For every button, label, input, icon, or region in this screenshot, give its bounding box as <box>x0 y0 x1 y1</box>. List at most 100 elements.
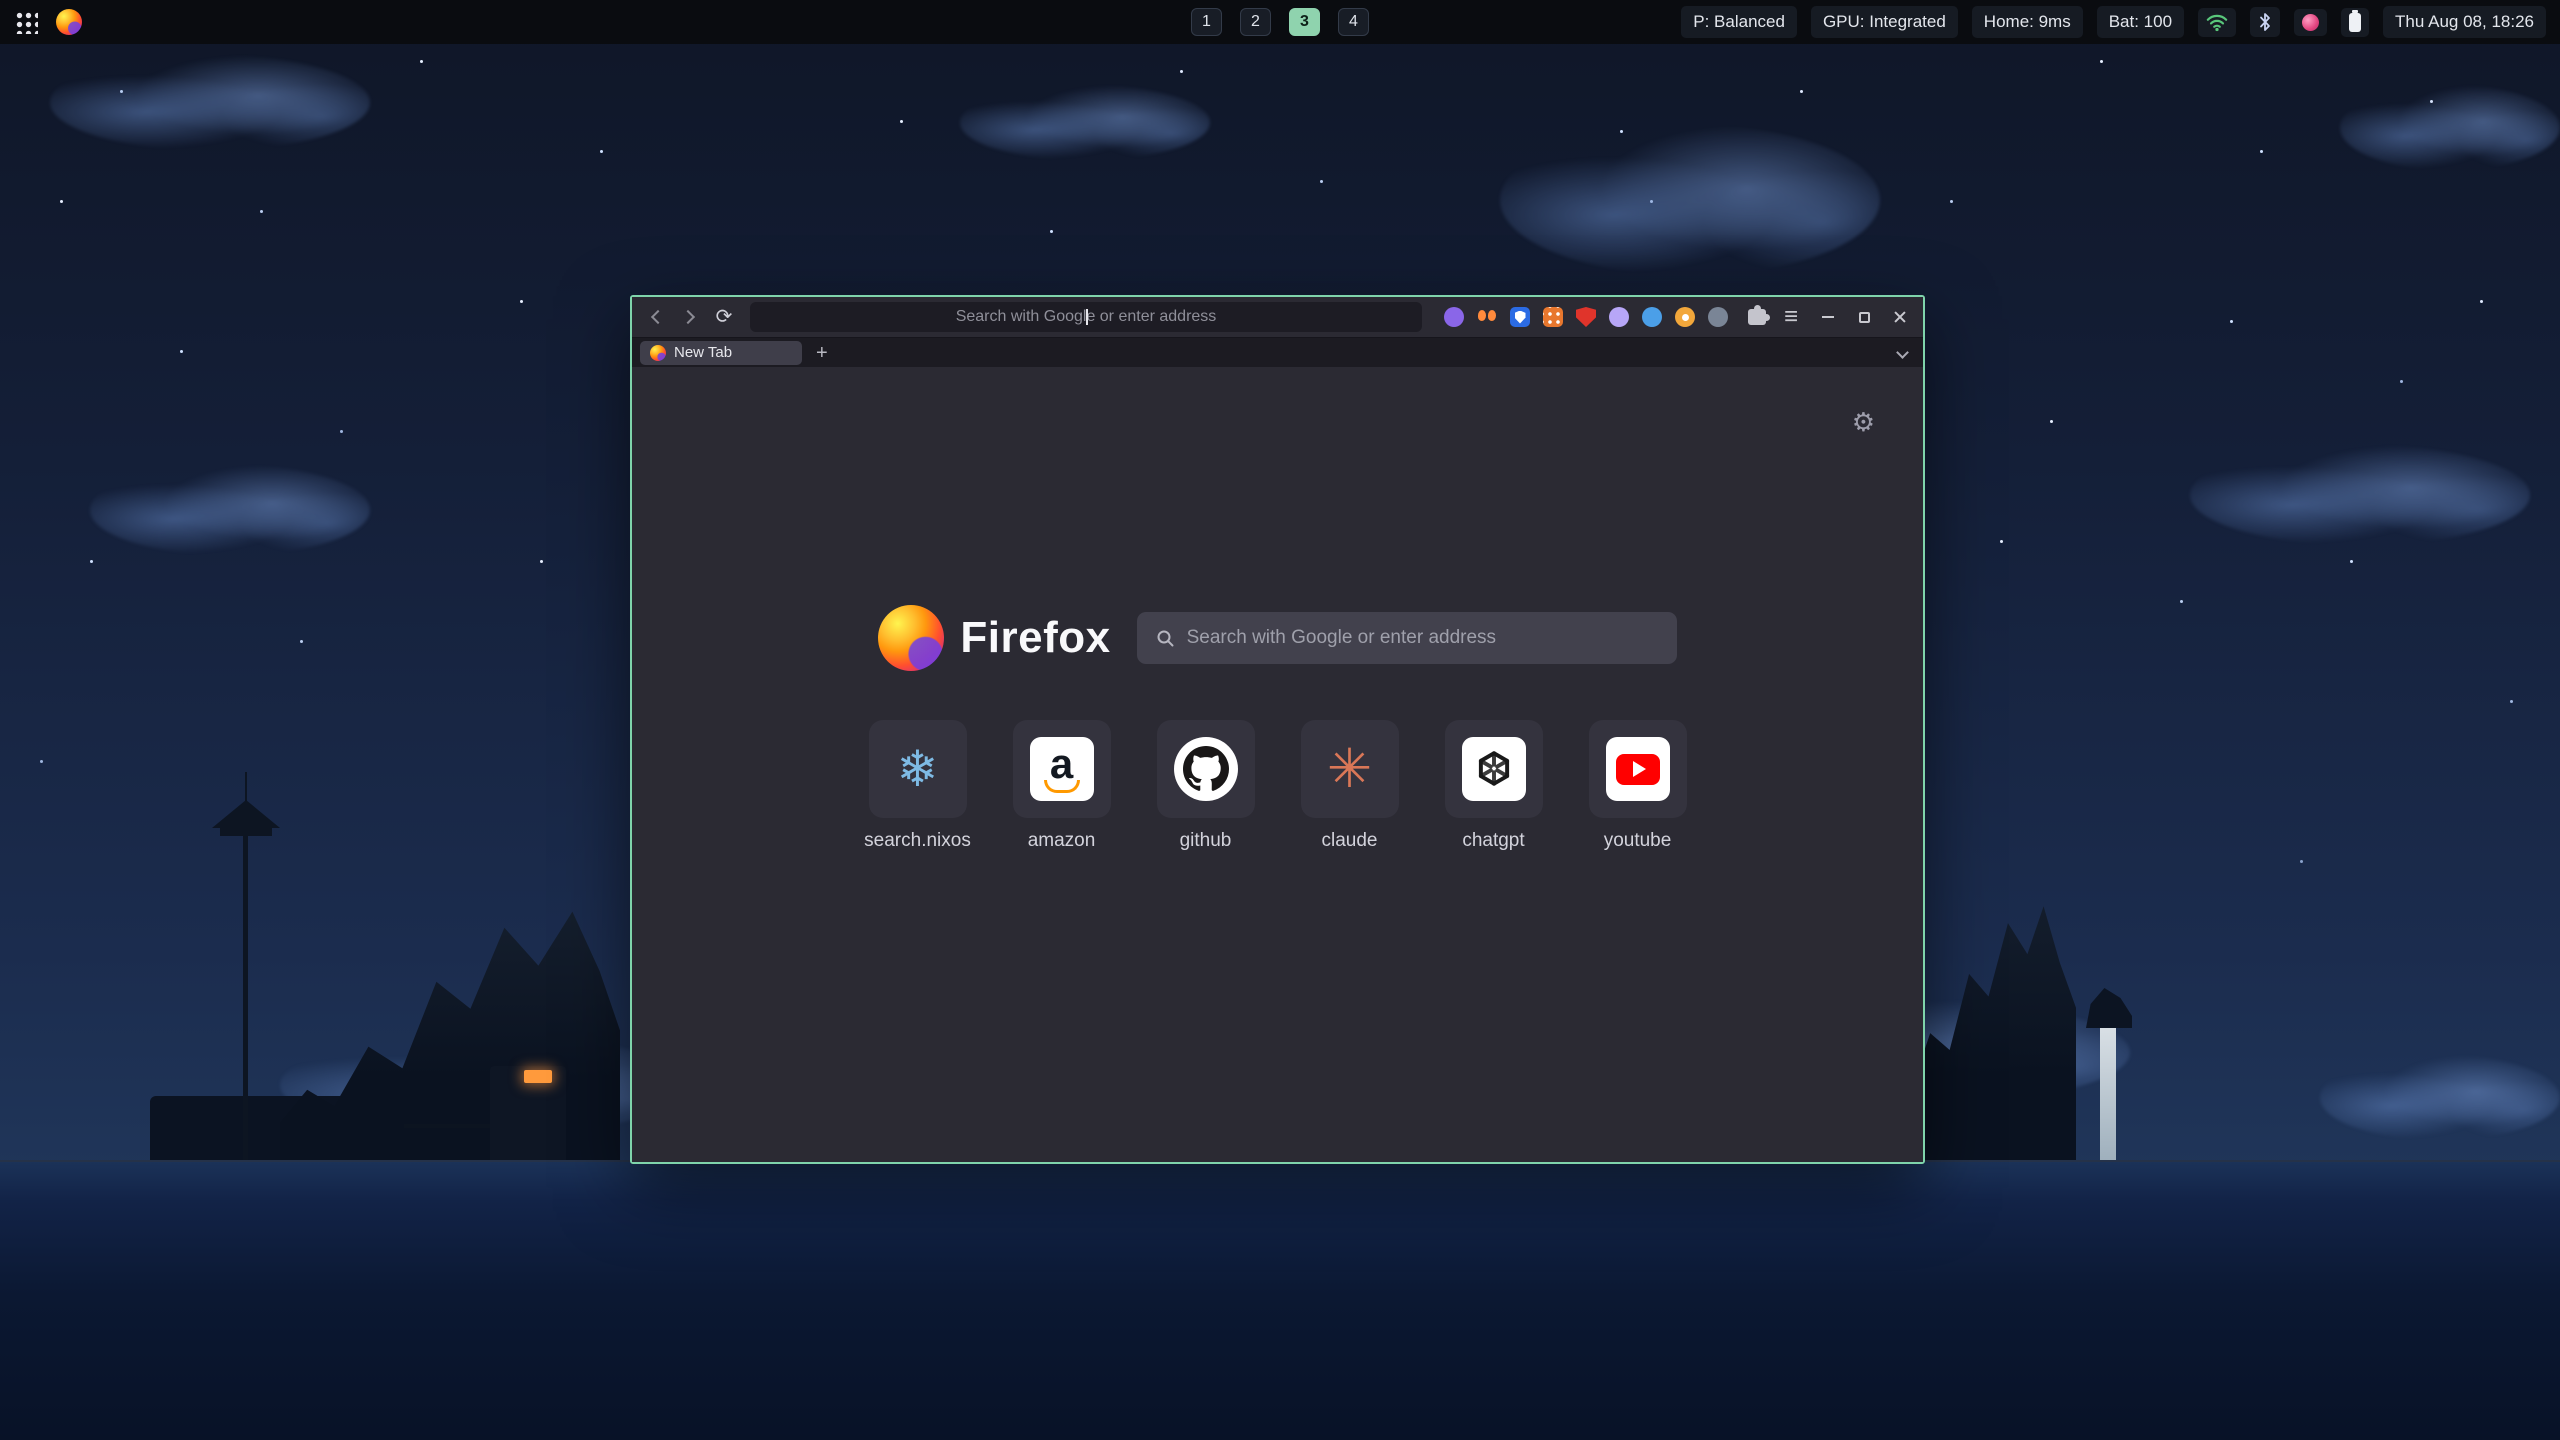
ocean <box>0 1160 2560 1440</box>
shortcut-label: claude <box>1322 830 1378 852</box>
cloud <box>2340 85 2560 170</box>
extension-icon-3[interactable] <box>1510 307 1530 327</box>
newtab-settings-gear-icon[interactable]: ⚙ <box>1852 407 1875 438</box>
forward-button[interactable] <box>676 303 704 331</box>
extension-icon-9[interactable] <box>1708 307 1728 327</box>
extension-icon-6[interactable] <box>1609 307 1629 327</box>
bluetooth-module[interactable] <box>2250 7 2280 37</box>
shortcut-claude[interactable]: ✳ claude <box>1301 720 1399 852</box>
cloud <box>50 55 370 150</box>
reload-icon: ⟳ <box>716 307 733 327</box>
topbar-left <box>14 9 82 35</box>
openai-knot-icon <box>1473 748 1515 790</box>
claude-icon: ✳ <box>1327 742 1372 796</box>
youtube-icon <box>1606 737 1670 801</box>
white-cliff <box>2100 1018 2116 1160</box>
shortcut-label: youtube <box>1604 830 1672 852</box>
amazon-icon: a <box>1030 737 1094 801</box>
battery-status: Bat: 100 <box>2097 6 2184 38</box>
workspace-button-3[interactable]: 3 <box>1289 8 1320 36</box>
shield-icon <box>1515 311 1526 324</box>
newtab-search-input[interactable] <box>1187 612 1677 664</box>
cloud <box>90 465 370 555</box>
hamburger-menu-button[interactable]: ≡ <box>1784 305 1798 329</box>
workspace-button-2[interactable]: 2 <box>1240 8 1271 36</box>
extensions-puzzle-icon[interactable] <box>1748 309 1766 325</box>
github-icon <box>1174 737 1238 801</box>
shortcut-youtube[interactable]: youtube <box>1589 720 1687 852</box>
extension-icon-8[interactable] <box>1675 307 1695 327</box>
shortcut-label: github <box>1180 830 1232 852</box>
back-icon <box>651 310 665 324</box>
firefox-favicon <box>650 345 666 361</box>
wifi-module[interactable] <box>2198 8 2236 37</box>
window-controls <box>1815 304 1913 330</box>
octocat-icon <box>1183 746 1229 792</box>
shortcut-tile <box>1589 720 1687 818</box>
chatgpt-icon <box>1462 737 1526 801</box>
workspace-button-1[interactable]: 1 <box>1191 8 1222 36</box>
minimize-button[interactable] <box>1815 304 1841 330</box>
text-caret <box>1086 309 1088 325</box>
shortcut-label: chatgpt <box>1462 830 1524 852</box>
tab-new-tab[interactable]: New Tab <box>640 341 802 365</box>
shortcut-tile: ✳ <box>1301 720 1399 818</box>
shortcut-label: amazon <box>1028 830 1096 852</box>
extension-icon-4[interactable] <box>1543 307 1563 327</box>
shortcut-label: search.nixos <box>864 830 971 852</box>
cloud <box>2320 1055 2560 1140</box>
nixos-snowflake-icon: ❄ <box>897 744 939 794</box>
extension-icon-1[interactable] <box>1444 307 1464 327</box>
firefox-logo <box>878 605 944 671</box>
close-button[interactable] <box>1887 304 1913 330</box>
shortcut-tiles: ❄ search.nixos a amazon <box>632 720 1923 852</box>
extension-icon-2[interactable] <box>1477 307 1497 327</box>
network-latency-status: Home: 9ms <box>1972 6 2083 38</box>
extension-icon-7[interactable] <box>1642 307 1662 327</box>
shortcut-tile <box>1445 720 1543 818</box>
watchtower-roof <box>212 800 280 828</box>
shortcut-tile: a <box>1013 720 1111 818</box>
close-icon <box>1893 310 1907 324</box>
back-button[interactable] <box>642 303 670 331</box>
color-indicator-icon <box>2302 14 2319 31</box>
new-tab-button[interactable]: + <box>812 343 832 363</box>
shortcut-chatgpt[interactable]: chatgpt <box>1445 720 1543 852</box>
app-launcher-icon[interactable] <box>14 10 38 34</box>
firefox-window: ⟳ ≡ New Tab + <box>630 295 1925 1164</box>
forward-icon <box>681 310 695 324</box>
reload-button[interactable]: ⟳ <box>710 303 738 331</box>
gpu-status: GPU: Integrated <box>1811 6 1958 38</box>
firefox-icon[interactable] <box>56 9 82 35</box>
amazon-letter: a <box>1050 743 1073 785</box>
bluetooth-icon <box>2258 12 2272 32</box>
shortcut-search-nixos[interactable]: ❄ search.nixos <box>869 720 967 852</box>
maximize-button[interactable] <box>1851 304 1877 330</box>
cloud <box>960 85 1210 160</box>
power-profile-status: P: Balanced <box>1681 6 1797 38</box>
workspace-button-4[interactable]: 4 <box>1338 8 1369 36</box>
tab-list-dropdown-button[interactable] <box>1896 346 1909 359</box>
newtab-page: ⚙ Firefox ❄ search.nixos <box>632 367 1923 1162</box>
url-bar[interactable] <box>750 302 1422 332</box>
indicator-module[interactable] <box>2294 9 2327 36</box>
top-bar: 1 2 3 4 P: Balanced GPU: Integrated Home… <box>0 0 2560 44</box>
shortcut-github[interactable]: github <box>1157 720 1255 852</box>
battery-icon <box>2349 13 2361 32</box>
tab-bar: New Tab + <box>632 337 1923 367</box>
cloud <box>2190 445 2530 545</box>
shortcut-tile: ❄ <box>869 720 967 818</box>
watchtower-platform <box>220 828 272 836</box>
workspace-switcher: 1 2 3 4 <box>1191 8 1369 36</box>
newtab-search-bar[interactable] <box>1137 612 1677 664</box>
browser-toolbar: ⟳ ≡ <box>632 297 1923 337</box>
newtab-hero: Firefox <box>632 605 1923 671</box>
shortcut-tile <box>1157 720 1255 818</box>
shortcut-amazon[interactable]: a amazon <box>1013 720 1111 852</box>
extension-icons <box>1444 307 1728 327</box>
youtube-play-icon <box>1616 754 1660 785</box>
wifi-icon <box>2206 13 2228 32</box>
extension-icon-5[interactable] <box>1576 307 1596 327</box>
cloud <box>1500 125 1880 275</box>
battery-icon-module[interactable] <box>2341 8 2369 37</box>
